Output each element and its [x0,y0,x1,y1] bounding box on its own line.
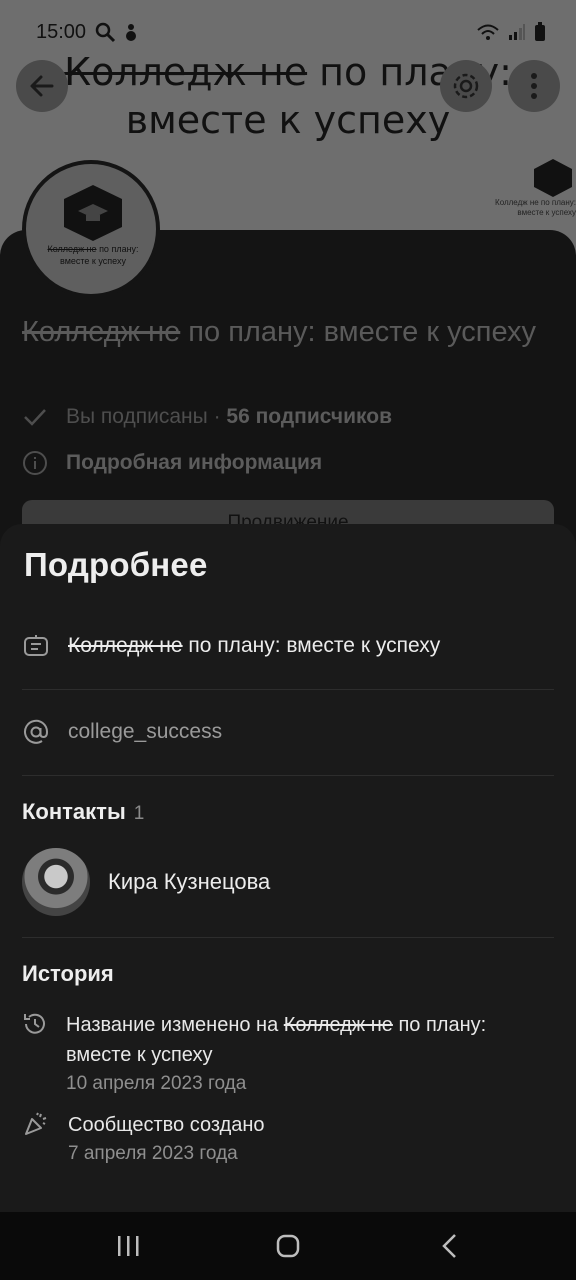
community-description-row: Колледж не по плану: вместе к успеху [22,632,554,660]
sheet-title: Подробнее [24,546,208,583]
community-name: Колледж не по плану: вместе к успеху [22,316,536,348]
mini-logo-caption: Колледж не по плану: вместе к успеху [495,198,576,217]
history-date: 7 апреля 2023 года [68,1143,238,1164]
text-card-icon [22,632,50,660]
subscribers-count: 56 подписчиков [226,405,392,428]
status-bar: 15:00 [0,0,576,64]
status-time: 15:00 [36,20,87,43]
history-clock-icon [22,1010,48,1038]
divider [22,689,554,690]
party-popper-icon [22,1110,50,1138]
subscription-status[interactable]: Вы подписаны · 56 подписчиков [22,404,392,430]
info-icon [23,451,47,475]
signal-icon [509,24,525,40]
system-navigation-bar [0,1212,576,1280]
contact-item[interactable]: Кира Кузнецова [22,848,270,916]
recent-apps-button[interactable] [108,1230,148,1262]
short-link-text: college_success [68,720,223,743]
status-indicators [476,22,546,42]
more-vertical-icon [531,73,537,99]
gear-icon [453,73,479,99]
contacts-heading: Контакты 1 [22,799,145,824]
history-item-rename: Название изменено на Колледж не по плану… [22,1010,554,1098]
cover-mini-logo: Колледж не по плану: вместе к успеху [492,150,576,220]
arrow-left-icon [30,75,54,97]
back-button[interactable] [16,60,68,112]
history-item-created: Сообщество создано 7 апреля 2023 года [22,1110,554,1168]
home-button[interactable] [268,1230,308,1262]
history-text: Сообщество создано [68,1114,265,1136]
divider [22,937,554,938]
details-bottom-sheet: Подробнее Колледж не по плану: вместе к … [0,524,576,1212]
history-text: Название изменено на Колледж не по плану… [66,1014,487,1066]
contact-name: Кира Кузнецова [108,869,271,894]
checkmark-icon [24,409,46,426]
at-sign-icon [22,718,50,746]
history-heading: История [22,961,114,986]
community-avatar[interactable]: Колледж не по плану: вместе к успеху [22,160,160,298]
hexagon-logo-icon [534,159,572,197]
notification-icon [126,24,137,41]
short-link-row[interactable]: college_success [22,718,554,746]
recent-apps-icon [118,1236,139,1256]
divider [22,775,554,776]
contacts-count: 1 [133,803,145,824]
back-nav-button[interactable] [430,1230,470,1262]
contact-avatar [22,848,90,916]
settings-button[interactable] [440,60,492,112]
search-icon [95,22,116,43]
battery-icon [535,22,545,41]
home-icon [276,1234,300,1258]
history-date: 10 апреля 2023 года [66,1073,247,1094]
details-link[interactable]: Подробная информация [22,450,322,476]
chevron-left-icon [442,1234,456,1258]
more-options-button[interactable] [508,60,560,112]
wifi-icon [477,24,499,40]
graduation-cap-logo-icon [64,185,122,241]
